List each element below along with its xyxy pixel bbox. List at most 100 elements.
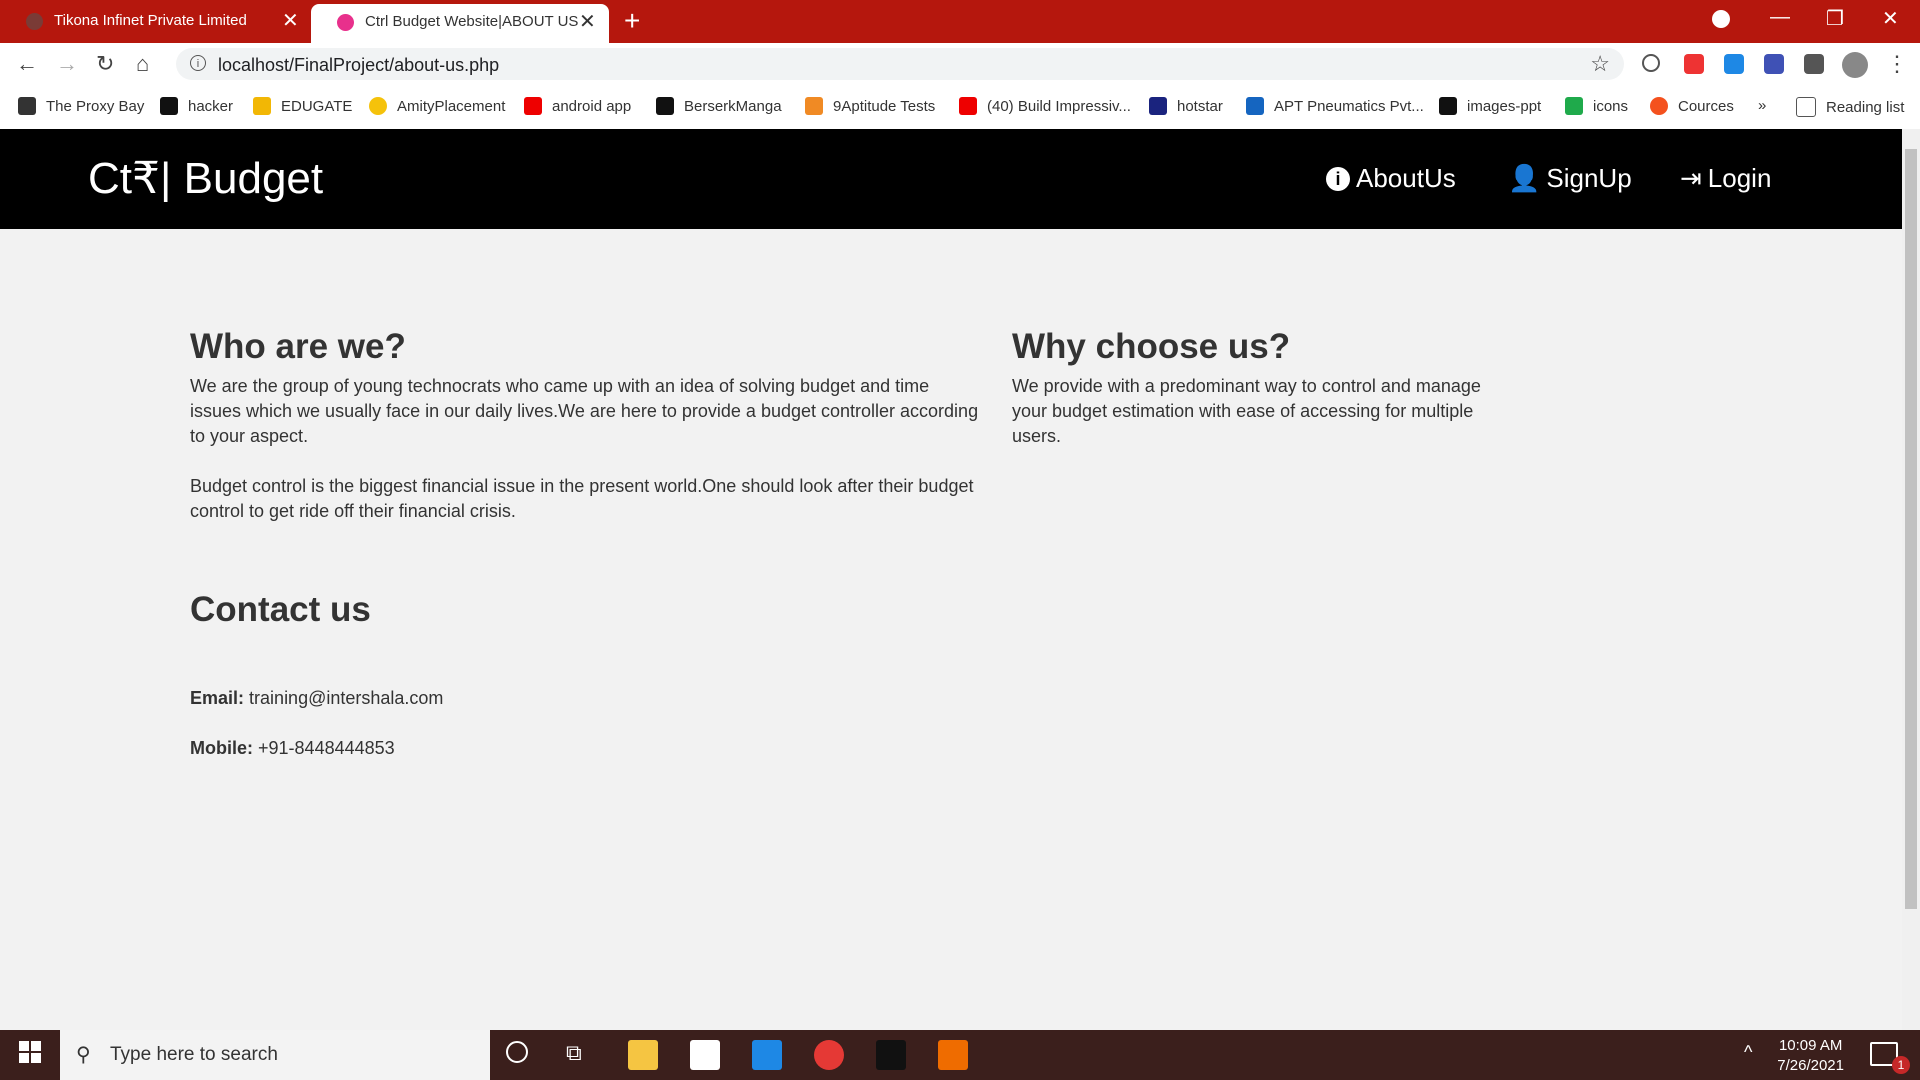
avatar[interactable]: [1842, 52, 1868, 78]
clock-time: 10:09 AM: [1778, 1037, 1843, 1054]
who-paragraph-1: We are the group of young technocrats wh…: [190, 376, 979, 446]
bookmark-item[interactable]: The Proxy Bay: [18, 97, 144, 115]
bookmark-label: APT Pneumatics Pvt...: [1274, 97, 1424, 115]
bookmark-item[interactable]: APT Pneumatics Pvt...: [1246, 97, 1424, 115]
back-arrow-icon[interactable]: ←: [16, 51, 38, 77]
bookmark-label: hacker: [188, 97, 234, 115]
epic-games-icon[interactable]: [876, 1040, 906, 1070]
hackerrank-icon: [160, 97, 178, 115]
browser-tab-bar: Tikona Infinet Private Limited ✕ Ctrl Bu…: [0, 0, 1920, 43]
email-label: Email:: [190, 688, 245, 708]
app-icon[interactable]: [938, 1040, 968, 1070]
more-bookmarks-button[interactable]: »: [1758, 97, 1766, 114]
site-navbar: Ct₹| Budget i AboutUs 👤 SignUp ⇥ Login: [0, 129, 1902, 229]
scrollbar-thumb[interactable]: [1905, 149, 1917, 909]
bookmark-item[interactable]: icons: [1565, 97, 1628, 115]
url-text[interactable]: localhost/FinalProject/about-us.php: [218, 55, 499, 76]
store-icon[interactable]: [690, 1040, 720, 1070]
why-paragraph: We provide with a predominant way to con…: [1012, 376, 1481, 446]
bookmark-label: AmityPlacement: [397, 97, 506, 115]
bookmark-item[interactable]: hotstar: [1149, 97, 1223, 115]
kebab-menu-icon[interactable]: ⋮: [1886, 51, 1908, 77]
puzzle-extensions-icon[interactable]: [1804, 54, 1824, 74]
tab-ctrl-budget[interactable]: Ctrl Budget Website|ABOUT US ✕: [311, 4, 609, 43]
nav-aboutus-link[interactable]: i AboutUs: [1326, 163, 1456, 194]
tab-title: Tikona Infinet Private Limited: [54, 12, 247, 29]
bookmark-item[interactable]: (40) Build Impressiv...: [959, 97, 1131, 115]
chevron-up-icon[interactable]: ^: [1744, 1042, 1752, 1063]
close-tab-icon[interactable]: ✕: [282, 9, 299, 33]
bookmark-item[interactable]: Cources: [1650, 97, 1734, 115]
youtube-icon: [524, 97, 542, 115]
who-paragraph-2: Budget control is the biggest financial …: [190, 476, 974, 521]
contact-heading: Contact us: [190, 590, 371, 629]
info-icon[interactable]: i: [190, 55, 206, 71]
reading-list-icon: [1796, 97, 1816, 117]
mail-icon[interactable]: [752, 1040, 782, 1070]
bookmark-item[interactable]: images-ppt: [1439, 97, 1541, 115]
shield-extension-icon[interactable]: [1684, 54, 1704, 74]
bookmark-label: Cources: [1678, 97, 1734, 115]
nav-label: AboutUs: [1356, 163, 1456, 193]
address-bar[interactable]: i localhost/FinalProject/about-us.php ☆: [176, 48, 1624, 80]
home-icon[interactable]: ⌂: [136, 51, 149, 77]
minimize-button[interactable]: —: [1770, 6, 1790, 29]
info-icon: i: [1326, 166, 1350, 191]
search-placeholder: Type here to search: [110, 1044, 278, 1065]
about-content: Who are we? We are the group of young te…: [0, 229, 1902, 1030]
nav-label: Login: [1707, 163, 1772, 193]
nav-login-link[interactable]: ⇥ Login: [1680, 163, 1771, 194]
forward-arrow-icon[interactable]: →: [56, 51, 78, 77]
profile-menu-icon[interactable]: [1712, 10, 1730, 28]
bookmark-label: The Proxy Bay: [46, 97, 145, 115]
task-view-icon[interactable]: ⧉: [566, 1040, 596, 1070]
close-window-button[interactable]: ✕: [1882, 6, 1899, 31]
icons-site-icon: [1565, 97, 1583, 115]
tab-title: Ctrl Budget Website|ABOUT US: [365, 13, 579, 30]
reload-icon[interactable]: ↻: [96, 51, 114, 77]
who-heading: Who are we?: [190, 327, 406, 366]
mobile-label: Mobile:: [190, 738, 253, 758]
windows-extension-icon[interactable]: [1724, 54, 1744, 74]
tab-tikona[interactable]: Tikona Infinet Private Limited ✕: [0, 0, 307, 43]
bookmark-label: images-ppt: [1467, 97, 1542, 115]
reading-list-label: Reading list: [1826, 98, 1905, 116]
cortana-icon[interactable]: [506, 1041, 528, 1063]
bookmark-item[interactable]: EDUGATE: [253, 97, 352, 115]
taskbar-clock[interactable]: 10:09 AM 7/26/2021: [1777, 1036, 1844, 1076]
file-explorer-icon[interactable]: [628, 1040, 658, 1070]
block-extension-icon[interactable]: [1642, 54, 1660, 72]
bookmark-label: 9Aptitude Tests: [833, 97, 936, 115]
aptitude-icon: [805, 97, 823, 115]
bookmark-item[interactable]: AmityPlacement: [369, 97, 505, 115]
bookmark-item[interactable]: 9Aptitude Tests: [805, 97, 935, 115]
nav-signup-link[interactable]: 👤 SignUp: [1508, 163, 1632, 194]
ship-icon: [18, 97, 36, 115]
bookmarks-bar: The Proxy Bay hacker EDUGATE AmityPlacem…: [0, 85, 1920, 130]
page-scrollbar[interactable]: [1902, 129, 1920, 1030]
why-heading: Why choose us?: [1012, 327, 1291, 366]
bookmark-item[interactable]: BerserkManga: [656, 97, 782, 115]
clock-date: 7/26/2021: [1777, 1057, 1844, 1074]
restore-button[interactable]: ❐: [1826, 6, 1844, 31]
chrome-icon[interactable]: [814, 1040, 844, 1070]
reading-list-button[interactable]: Reading list: [1796, 97, 1904, 117]
email-row: Email: training@intershala.com: [190, 686, 443, 711]
user-icon: 👤: [1508, 163, 1541, 193]
cube-extension-icon[interactable]: [1764, 54, 1784, 74]
bookmark-star-icon[interactable]: ☆: [1590, 51, 1610, 77]
bookmark-item[interactable]: hacker: [160, 97, 233, 115]
close-tab-icon[interactable]: ✕: [579, 10, 596, 34]
site-brand[interactable]: Ct₹| Budget: [88, 153, 323, 204]
bookmark-label: EDUGATE: [281, 97, 353, 115]
new-tab-button[interactable]: +: [624, 6, 640, 36]
amity-icon: [369, 97, 387, 115]
windows-taskbar: ⚲ Type here to search ⧉ ^ 10:09 AM 7/26/…: [0, 1030, 1920, 1080]
mobile-value: +91-8448444853: [258, 738, 395, 758]
windows-start-icon[interactable]: [18, 1040, 48, 1070]
email-value: training@intershala.com: [249, 688, 444, 708]
globe-icon: [26, 13, 43, 30]
taskbar-search-box[interactable]: ⚲ Type here to search: [60, 1030, 490, 1080]
bookmark-label: BerserkManga: [684, 97, 782, 115]
bookmark-item[interactable]: android app: [524, 97, 631, 115]
